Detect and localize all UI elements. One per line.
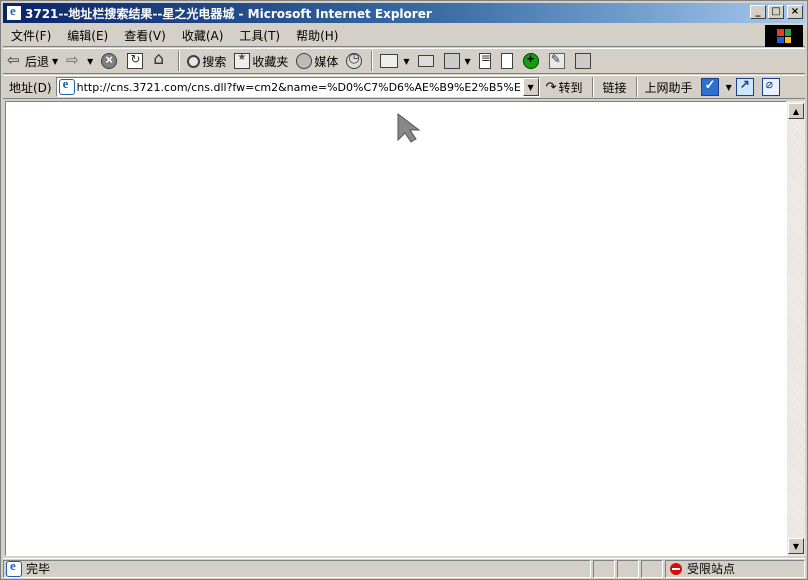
links-separator [635,77,638,97]
mail-button[interactable]: ▼ [376,50,413,72]
back-label: 后退 [25,54,50,69]
search-button[interactable]: 搜索 [183,50,230,72]
browser-window: 3721--地址栏搜索结果--星之光电器城 - Microsoft Intern… [0,0,808,580]
address-bar: 地址(D) ▼ 转到 链接 上网助手 ▼ [3,75,805,99]
menu-help[interactable]: 帮助(H) [288,26,346,46]
helper-dropdown-icon[interactable]: ▼ [726,83,732,92]
favorites-label: 收藏夹 [252,54,289,69]
favorites-button[interactable]: 收藏夹 [230,50,292,72]
home-icon [153,49,169,69]
tool-button[interactable] [545,50,571,72]
go-button[interactable]: 转到 [540,79,589,96]
forward-arrow-icon [66,51,82,69]
menu-view[interactable]: 查看(V) [116,26,174,46]
window-title: 3721--地址栏搜索结果--星之光电器城 - Microsoft Intern… [25,6,432,21]
close-button[interactable]: × [787,5,803,19]
back-button[interactable]: 后退 ▼ [3,50,62,72]
title-bar[interactable]: 3721--地址栏搜索结果--星之光电器城 - Microsoft Intern… [3,3,805,23]
edit-icon [443,53,460,69]
page-content[interactable] [5,101,787,556]
scroll-up-button[interactable]: ▲ [788,103,804,119]
forward-button[interactable]: ▼ [62,50,97,72]
tool-icon [548,52,565,69]
forward-dropdown-icon[interactable]: ▼ [87,57,93,66]
discuss-icon [478,51,491,69]
ie-icon [6,3,22,21]
minimize-button[interactable]: _ [750,5,766,19]
refresh-icon [127,52,144,69]
media-icon [296,53,313,69]
status-main: 完毕 [3,558,591,578]
status-cell [641,559,663,578]
history-button[interactable] [342,50,368,72]
links-button[interactable]: 链接 [597,79,633,96]
globe-button[interactable] [519,50,545,72]
messenger-button[interactable] [497,50,519,72]
helper-button[interactable]: 上网助手 [641,79,697,96]
address-box[interactable]: ▼ [55,76,540,97]
address-dropdown-icon[interactable]: ▼ [522,78,539,96]
address-separator [591,77,594,97]
discuss-button[interactable] [475,50,497,72]
window-controls: _ □ × [748,5,803,19]
history-icon [346,51,363,69]
vertical-scrollbar[interactable]: ▲ ▼ [787,101,805,556]
search-label: 搜索 [202,54,227,69]
mail-icon [380,54,399,68]
edit-dropdown-icon[interactable]: ▼ [465,57,471,66]
address-label: 地址(D) [9,80,52,95]
mail-dropdown-icon[interactable]: ▼ [403,57,409,66]
status-cell [593,559,615,578]
zone-label: 受限站点 [687,562,736,576]
extra-button[interactable] [571,50,597,72]
print-icon [417,55,434,67]
messenger-icon [500,53,513,69]
media-button[interactable]: 媒体 [292,50,342,72]
status-cell [617,559,639,578]
home-button[interactable] [149,49,175,72]
toolbar-separator [371,51,374,71]
popup-icon[interactable] [735,77,754,96]
security-zone[interactable]: 受限站点 [665,559,805,578]
windows-flag-icon [777,29,791,43]
globe-icon [522,51,539,69]
status-text: 完毕 [26,562,51,576]
toolbar-separator [178,51,181,71]
media-label: 媒体 [314,54,339,69]
menu-bar: 文件(F) 编辑(E) 查看(V) 收藏(A) 工具(T) 帮助(H) [3,25,805,47]
back-arrow-icon [7,51,23,69]
windows-logo [765,25,803,47]
box-icon [574,53,591,69]
back-dropdown-icon[interactable]: ▼ [52,57,58,66]
menu-edit[interactable]: 编辑(E) [59,26,116,46]
search-icon [187,54,201,68]
stop-button[interactable] [97,50,123,72]
maximize-button[interactable]: □ [768,5,784,19]
stop-icon [101,52,118,69]
favorites-icon [234,52,251,69]
go-arrow-icon [546,80,559,95]
status-bar: 完毕 受限站点 [3,558,805,578]
menu-favorites[interactable]: 收藏(A) [174,26,232,46]
menu-tools[interactable]: 工具(T) [231,26,288,46]
page-icon [58,76,75,95]
standard-toolbar: 后退 ▼ ▼ 搜索 收藏夹 媒体 ▼ ▼ [3,48,805,74]
edit-button[interactable]: ▼ [440,50,475,72]
restricted-zone-icon [670,562,682,575]
scroll-down-button[interactable]: ▼ [788,538,804,554]
menu-file[interactable]: 文件(F) [3,26,59,46]
refresh-button[interactable] [123,50,149,72]
print-button[interactable] [414,50,440,72]
go-label: 转到 [558,80,583,95]
clean-icon[interactable] [761,77,780,96]
status-page-icon [6,558,22,577]
address-input[interactable] [76,79,521,95]
check-icon[interactable] [700,77,719,96]
